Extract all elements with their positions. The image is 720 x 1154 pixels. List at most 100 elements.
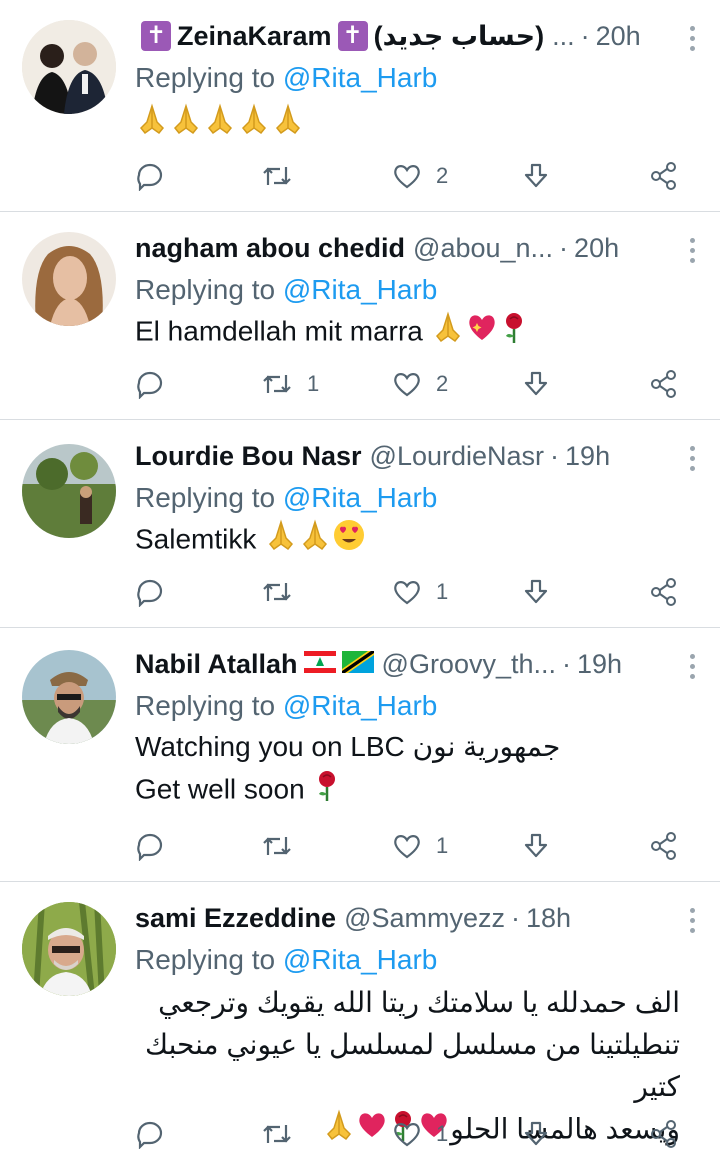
replying-label: Replying to — [135, 482, 276, 513]
retweet-button[interactable] — [261, 577, 307, 607]
share-icon — [651, 578, 676, 606]
share-button[interactable] — [649, 831, 679, 861]
display-name[interactable]: Lourdie Bou Nasr — [135, 434, 362, 478]
retweet-button[interactable] — [261, 831, 307, 861]
tweet[interactable]: ✝ ZeinaKaram ✝ (حساب جديد) ... · 20h Rep… — [0, 0, 720, 212]
folded-hands-emoji — [203, 102, 237, 148]
reply-button[interactable] — [135, 161, 179, 191]
like-button[interactable]: 2 — [392, 161, 448, 191]
folded-hands-emoji — [135, 102, 169, 148]
reply-icon — [137, 163, 163, 191]
avatar[interactable] — [22, 20, 116, 114]
timestamp[interactable]: 20h — [596, 14, 641, 58]
avatar[interactable] — [22, 444, 116, 538]
folded-hands-emoji — [298, 518, 332, 564]
mention-link[interactable]: @Rita_Harb — [283, 274, 437, 305]
share-icon — [651, 162, 676, 190]
retweet-icon — [263, 583, 291, 601]
avatar[interactable] — [22, 650, 116, 744]
share-button[interactable] — [649, 161, 679, 191]
username-handle[interactable]: @LourdieNasr — [370, 434, 545, 478]
download-button[interactable] — [521, 577, 551, 607]
tweet-text-line: Get well soon — [135, 773, 305, 805]
username-handle[interactable]: @Sammyezz — [344, 896, 505, 940]
download-icon — [524, 371, 548, 396]
download-button[interactable] — [521, 1119, 551, 1149]
download-button[interactable] — [521, 161, 551, 191]
download-button[interactable] — [521, 831, 551, 861]
reply-icon — [137, 371, 163, 399]
like-button[interactable]: 1 — [392, 1119, 448, 1149]
retweet-button[interactable]: 1 — [261, 369, 319, 399]
share-button[interactable] — [649, 1119, 679, 1149]
reply-button[interactable] — [135, 369, 179, 399]
retweet-count: 1 — [307, 371, 320, 396]
username-handle[interactable]: ... — [552, 14, 575, 58]
separator-dot: · — [580, 21, 590, 51]
share-icon — [651, 1120, 676, 1148]
display-name[interactable]: nagham abou chedid — [135, 226, 405, 270]
separator-dot: · — [511, 903, 521, 933]
reply-button[interactable] — [135, 1119, 179, 1149]
display-name[interactable]: Nabil Atallah — [135, 642, 298, 686]
username-handle[interactable]: @Groovy_th... — [382, 642, 556, 686]
tweet[interactable]: Lourdie Bou Nasr @LourdieNasr · 19h Repl… — [0, 420, 720, 628]
retweet-button[interactable] — [261, 1119, 307, 1149]
folded-hands-emoji — [431, 310, 465, 356]
display-name[interactable]: sami Ezzeddine — [135, 896, 336, 940]
download-button[interactable] — [521, 369, 551, 399]
download-icon — [524, 163, 548, 188]
cross-badge-icon: ✝ — [141, 21, 171, 51]
tweet-actions: 1 — [135, 1114, 685, 1154]
reply-button[interactable] — [135, 831, 179, 861]
more-options-icon[interactable] — [688, 654, 696, 679]
timestamp[interactable]: 19h — [565, 434, 610, 478]
like-button[interactable]: 1 — [392, 577, 448, 607]
more-options-icon[interactable] — [688, 446, 696, 471]
avatar[interactable] — [22, 902, 116, 996]
share-button[interactable] — [649, 577, 679, 607]
display-name[interactable]: ZeinaKaram — [177, 14, 332, 58]
replying-label: Replying to — [135, 62, 276, 93]
share-button[interactable] — [649, 369, 679, 399]
folded-hands-emoji — [169, 102, 203, 148]
like-count: 2 — [436, 371, 449, 396]
replying-label: Replying to — [135, 944, 276, 975]
tweet[interactable]: Nabil Atallah @Groovy_th... · 19h Replyi… — [0, 628, 720, 882]
retweet-icon — [263, 837, 291, 855]
timestamp[interactable]: 18h — [526, 896, 571, 940]
reply-icon — [137, 1121, 163, 1149]
tweet-text-line: تنطيلتينا من مسلسل لمسلسل يا عيوني منحبك… — [144, 1029, 680, 1102]
mention-link[interactable]: @Rita_Harb — [283, 944, 437, 975]
folded-hands-emoji — [271, 102, 305, 148]
like-button[interactable]: 1 — [392, 831, 448, 861]
timestamp[interactable]: 20h — [574, 226, 619, 270]
mention-link[interactable]: @Rita_Harb — [283, 690, 437, 721]
retweet-icon — [263, 167, 291, 185]
replying-label: Replying to — [135, 274, 276, 305]
mention-link[interactable]: @Rita_Harb — [283, 62, 437, 93]
avatar[interactable] — [22, 232, 116, 326]
username-handle[interactable]: @abou_n... — [413, 226, 553, 270]
tweet[interactable]: nagham abou chedid @abou_n... · 20h Repl… — [0, 212, 720, 420]
like-button[interactable]: 2 — [392, 369, 448, 399]
reply-button[interactable] — [135, 577, 179, 607]
tweet-actions: 2 — [135, 156, 685, 196]
retweet-button[interactable] — [261, 161, 307, 191]
rose-emoji — [499, 310, 529, 356]
replying-label: Replying to — [135, 690, 276, 721]
heart-icon — [394, 581, 420, 605]
download-icon — [524, 833, 548, 858]
more-options-icon[interactable] — [688, 26, 696, 51]
timestamp[interactable]: 19h — [577, 642, 622, 686]
more-options-icon[interactable] — [688, 238, 696, 263]
replying-to: Replying to @Rita_Harb — [135, 940, 680, 980]
mention-link[interactable]: @Rita_Harb — [283, 482, 437, 513]
tweet[interactable]: sami Ezzeddine @Sammyezz · 18h Replying … — [0, 882, 720, 1149]
retweet-icon — [263, 375, 291, 393]
like-count: 2 — [436, 163, 449, 188]
replying-to: Replying to @Rita_Harb — [135, 686, 680, 726]
reply-feed: ✝ ZeinaKaram ✝ (حساب جديد) ... · 20h Rep… — [0, 0, 720, 1149]
download-icon — [524, 1121, 548, 1146]
more-options-icon[interactable] — [688, 908, 696, 933]
